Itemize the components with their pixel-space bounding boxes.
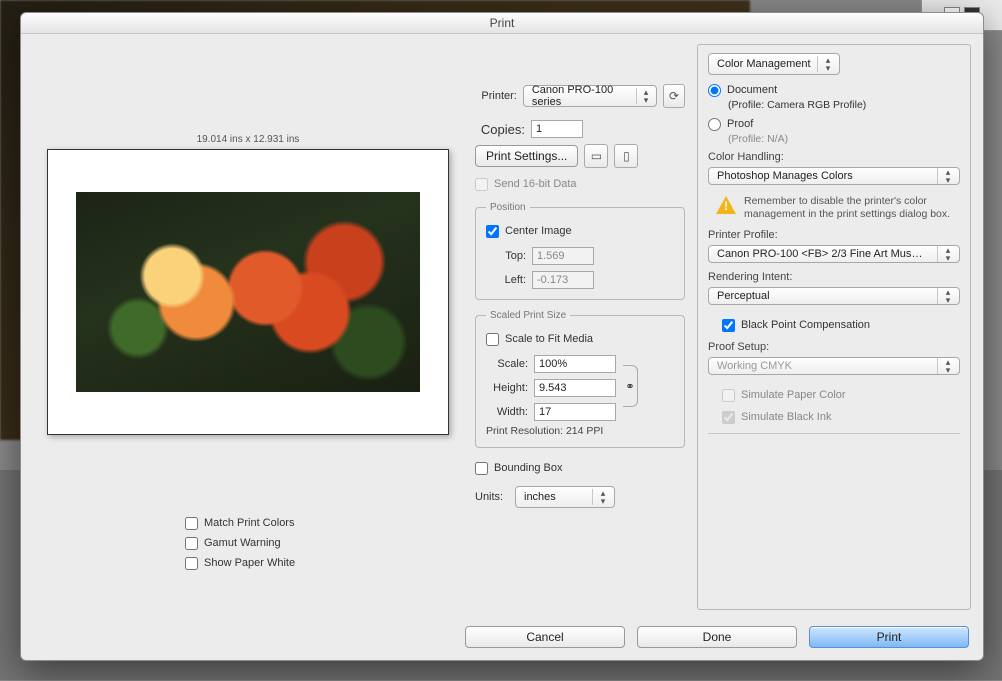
- simulate-black-checkbox: [722, 411, 735, 424]
- updown-icon: ▴▾: [937, 358, 955, 374]
- updown-icon: ▴▾: [937, 288, 955, 304]
- proof-profile-label: (Profile: N/A): [728, 133, 960, 145]
- show-paper-white-label: Show Paper White: [204, 557, 295, 569]
- rendering-intent-label: Rendering Intent:: [708, 271, 960, 283]
- document-radio-label: Document: [727, 84, 777, 96]
- print-button[interactable]: Print: [809, 626, 969, 648]
- color-handling-label: Color Handling:: [708, 151, 960, 163]
- position-left-input: [532, 271, 594, 289]
- proof-setup-label: Proof Setup:: [708, 341, 960, 353]
- printer-refresh-button[interactable]: ⟳: [663, 84, 685, 108]
- document-profile-label: (Profile: Camera RGB Profile): [728, 99, 960, 111]
- height-input[interactable]: [534, 379, 616, 397]
- units-label: Units:: [475, 491, 509, 503]
- warning-text: Remember to disable the printer's color …: [744, 195, 960, 221]
- units-select[interactable]: inches ▴▾: [515, 486, 615, 508]
- color-handling-select[interactable]: Photoshop Manages Colors ▴▾: [708, 167, 960, 185]
- updown-icon: ▴▾: [937, 246, 955, 262]
- simulate-paper-label: Simulate Paper Color: [741, 389, 846, 401]
- section-select-value: Color Management: [717, 58, 811, 70]
- match-print-colors-checkbox[interactable]: [185, 517, 198, 530]
- done-button-label: Done: [703, 630, 732, 644]
- gamut-warning-label: Gamut Warning: [204, 537, 281, 549]
- page-setup-portrait-button[interactable]: ▭: [584, 144, 608, 168]
- scale-label: Scale:: [486, 358, 528, 370]
- position-group: Position Center Image Top: Left:: [475, 202, 685, 300]
- document-radio[interactable]: [708, 84, 721, 97]
- scaled-legend: Scaled Print Size: [486, 310, 570, 321]
- scale-input[interactable]: [534, 355, 616, 373]
- preview-dimensions: 19.014 ins x 12.931 ins: [33, 134, 463, 145]
- color-handling-value: Photoshop Manages Colors: [717, 170, 853, 182]
- cancel-button[interactable]: Cancel: [465, 626, 625, 648]
- print-dialog: Print 19.014 ins x 12.931 ins Match Prin…: [20, 12, 984, 661]
- print-settings-button-label: Print Settings...: [486, 149, 567, 163]
- center-image-checkbox[interactable]: [486, 225, 499, 238]
- show-paper-white-checkbox[interactable]: [185, 557, 198, 570]
- proof-setup-value: Working CMYK: [717, 360, 792, 372]
- copies-label: Copies:: [475, 122, 525, 137]
- proof-radio-label: Proof: [727, 118, 753, 130]
- printer-profile-select[interactable]: Canon PRO-100 <FB> 2/3 Fine Art Museum E…: [708, 245, 960, 263]
- section-select[interactable]: Color Management ▴▾: [708, 53, 840, 75]
- print-resolution-label: Print Resolution: 214 PPI: [486, 425, 674, 437]
- height-label: Height:: [486, 382, 528, 394]
- rendering-intent-select[interactable]: Perceptual ▴▾: [708, 287, 960, 305]
- settings-column: Printer: Canon PRO-100 series ▴▾ ⟳ Copie…: [475, 44, 685, 610]
- printer-profile-label: Printer Profile:: [708, 229, 960, 241]
- page-setup-landscape-button[interactable]: ▯: [614, 144, 638, 168]
- printer-select[interactable]: Canon PRO-100 series ▴▾: [523, 85, 657, 107]
- print-button-label: Print: [877, 630, 902, 644]
- width-label: Width:: [486, 406, 528, 418]
- send-16bit-label: Send 16-bit Data: [494, 178, 577, 190]
- simulate-paper-checkbox: [722, 389, 735, 402]
- scale-to-fit-label: Scale to Fit Media: [505, 333, 593, 345]
- preview-column: 19.014 ins x 12.931 ins Match Print Colo…: [33, 44, 463, 610]
- dialog-footer: Cancel Done Print: [21, 620, 983, 660]
- width-input[interactable]: [534, 403, 616, 421]
- warning-icon: [716, 196, 736, 214]
- copies-input[interactable]: [531, 120, 583, 138]
- print-preview[interactable]: [47, 149, 449, 435]
- cancel-button-label: Cancel: [526, 630, 563, 644]
- match-print-colors-label: Match Print Colors: [204, 517, 294, 529]
- units-select-value: inches: [524, 491, 556, 503]
- print-settings-button[interactable]: Print Settings...: [475, 145, 578, 167]
- printer-label: Printer:: [475, 90, 517, 102]
- link-dimensions-icon[interactable]: ⚭: [623, 365, 638, 407]
- printer-select-value: Canon PRO-100 series: [532, 84, 630, 108]
- scaled-print-size-group: Scaled Print Size Scale to Fit Media Sca…: [475, 310, 685, 448]
- black-point-checkbox[interactable]: [722, 319, 735, 332]
- updown-icon: ▴▾: [817, 56, 835, 72]
- simulate-black-label: Simulate Black Ink: [741, 411, 831, 423]
- scale-to-fit-checkbox[interactable]: [486, 333, 499, 346]
- proof-radio[interactable]: [708, 118, 721, 131]
- printer-profile-value: Canon PRO-100 <FB> 2/3 Fine Art Museum E…: [717, 248, 927, 260]
- preview-image: [76, 192, 420, 392]
- center-image-label: Center Image: [505, 225, 572, 237]
- proof-setup-select: Working CMYK ▴▾: [708, 357, 960, 375]
- updown-icon: ▴▾: [592, 489, 610, 505]
- updown-icon: ▴▾: [937, 168, 955, 184]
- rendering-intent-value: Perceptual: [717, 290, 770, 302]
- done-button[interactable]: Done: [637, 626, 797, 648]
- position-top-label: Top:: [486, 250, 526, 262]
- gamut-warning-checkbox[interactable]: [185, 537, 198, 550]
- dialog-title: Print: [21, 13, 983, 34]
- position-legend: Position: [486, 202, 530, 213]
- position-left-label: Left:: [486, 274, 526, 286]
- black-point-label: Black Point Compensation: [741, 319, 870, 331]
- position-top-input: [532, 247, 594, 265]
- bounding-box-label: Bounding Box: [494, 462, 563, 474]
- send-16bit-checkbox: [475, 178, 488, 191]
- color-management-panel: Color Management ▴▾ Document (Profile: C…: [697, 44, 971, 610]
- updown-icon: ▴▾: [636, 88, 652, 104]
- bounding-box-checkbox[interactable]: [475, 462, 488, 475]
